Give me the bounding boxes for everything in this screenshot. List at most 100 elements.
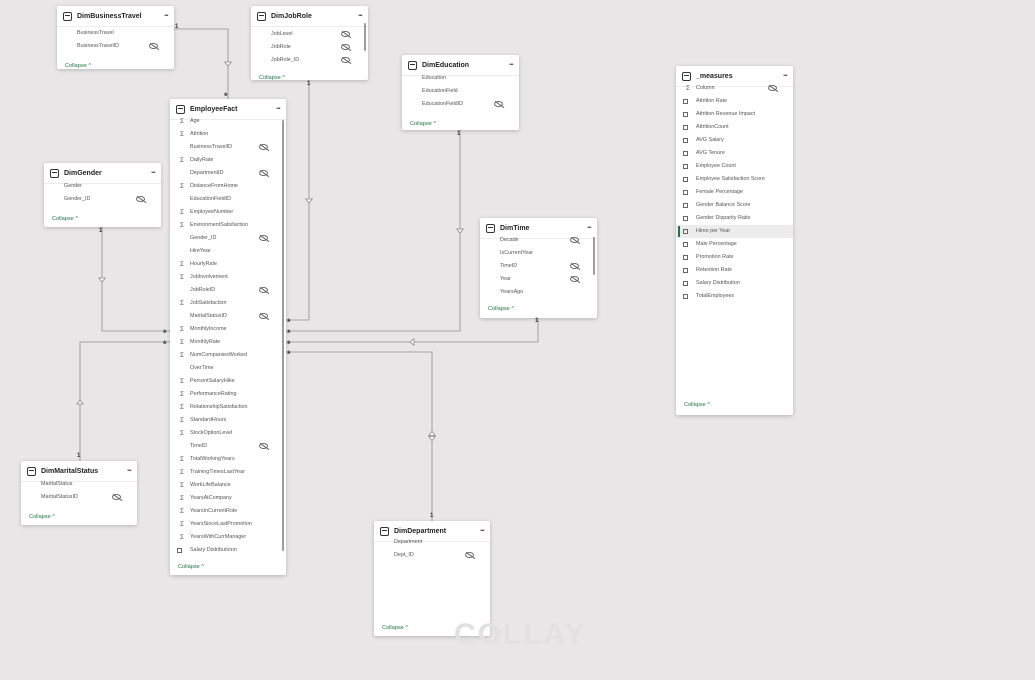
more-options-icon[interactable]: ••• xyxy=(480,528,484,534)
relationship-line-gender[interactable] xyxy=(101,227,170,332)
field-item-jobsatisfaction[interactable]: Σ JobSatisfaction xyxy=(170,297,286,310)
field-item-dailyrate[interactable]: Σ DailyRate xyxy=(170,154,286,167)
collapse-button[interactable]: Collapse ^ xyxy=(29,514,55,520)
table-card-employeefact[interactable]: EmployeeFact ••• Σ Age Σ Attrition BusinessTra… xyxy=(170,99,286,575)
field-item-maritalstatusid[interactable]: MaritalStatusID xyxy=(21,491,137,504)
table-card-dimtime[interactable]: DimTime ••• Decade IsCurrentYear TimeID Year Y… xyxy=(480,218,597,318)
field-item-female-percentage[interactable]: Female Percentage xyxy=(676,186,793,199)
field-item-businesstravel[interactable]: BusinessTravel xyxy=(57,27,174,40)
field-item-yearssincelastpromotion[interactable]: Σ YearsSinceLastPromotion xyxy=(170,518,286,531)
field-item-maritalstatusid[interactable]: MaritalStatusID xyxy=(170,310,286,323)
collapse-button[interactable]: Collapse ^ xyxy=(65,63,91,69)
model-canvas[interactable]: DimBusinessTravel ••• BusinessTravel Busine… xyxy=(0,0,1035,680)
more-options-icon[interactable]: ••• xyxy=(127,468,131,474)
field-item-timeid[interactable]: TimeID xyxy=(170,440,286,453)
field-item-overtime[interactable]: OverTime xyxy=(170,362,286,375)
field-item-departmentid[interactable]: DepartmentID xyxy=(170,167,286,180)
table-header[interactable]: DimJobRole ••• xyxy=(251,6,368,27)
field-item-iscurrentyear[interactable]: IsCurrentYear xyxy=(480,247,597,260)
field-item-gender-balance-score[interactable]: Gender Balance Score xyxy=(676,199,793,212)
field-item-yearsatcompany[interactable]: Σ YearsAtCompany xyxy=(170,492,286,505)
field-item-yearsincurrentrole[interactable]: Σ YearsInCurrentRole xyxy=(170,505,286,518)
field-item-totalemployees[interactable]: TotalEmployees xyxy=(676,290,793,303)
more-options-icon[interactable]: ••• xyxy=(151,170,155,176)
more-options-icon[interactable]: ••• xyxy=(509,62,513,68)
field-item-timeid[interactable]: TimeID xyxy=(480,260,597,273)
field-item-salary-distributionn[interactable]: Salary Distributionn xyxy=(170,544,286,557)
field-item-dept-id[interactable]: Dept_ID xyxy=(374,549,490,562)
collapse-button[interactable]: Collapse ^ xyxy=(382,625,408,631)
field-item-hourlyrate[interactable]: Σ HourlyRate xyxy=(170,258,286,271)
collapse-button[interactable]: Collapse ^ xyxy=(488,306,514,312)
field-item-gender-id[interactable]: Gender_ID xyxy=(170,232,286,245)
field-item-yearsago[interactable]: YearsAgo xyxy=(480,286,597,299)
more-options-icon[interactable]: ••• xyxy=(783,73,787,79)
field-item-jobrole[interactable]: JobRole xyxy=(251,41,368,54)
table-card-dimbusinesstravel[interactable]: DimBusinessTravel ••• BusinessTravel Busine… xyxy=(57,6,174,69)
field-item-promotion-rate[interactable]: Promotion Rate xyxy=(676,251,793,264)
field-item-retention-rate[interactable]: Retention Rate xyxy=(676,264,793,277)
field-item-numcompaniesworked[interactable]: Σ NumCompaniesWorked xyxy=(170,349,286,362)
field-item-totalworkingyears[interactable]: Σ TotalWorkingYears xyxy=(170,453,286,466)
collapse-button[interactable]: Collapse ^ xyxy=(259,75,285,81)
field-item-environmentsatisfaction[interactable]: Σ EnvironmentSatisfaction xyxy=(170,219,286,232)
field-item-employee-satisfaction-score[interactable]: Employee Satisfaction Score xyxy=(676,173,793,186)
field-item-avg-salary[interactable]: AVG Salary xyxy=(676,134,793,147)
table-card-dimjobrole[interactable]: DimJobRole ••• JobLevel JobRole JobRole_ID Co… xyxy=(251,6,368,81)
field-item-hireyear[interactable]: HireYear xyxy=(170,245,286,258)
field-item-age[interactable]: Σ Age xyxy=(170,115,286,128)
field-item-year[interactable]: Year xyxy=(480,273,597,286)
field-item-monthlyincome[interactable]: Σ MonthlyIncome xyxy=(170,323,286,336)
table-card-dimgender[interactable]: DimGender ••• Gender Gender_ID Collapse ^ xyxy=(44,163,161,227)
field-item-stockoptionlevel[interactable]: Σ StockOptionLevel xyxy=(170,427,286,440)
field-item-education[interactable]: Education xyxy=(402,72,519,85)
field-item-joblevel[interactable]: JobLevel xyxy=(251,28,368,41)
more-options-icon[interactable]: ••• xyxy=(358,13,362,19)
relationship-line-businesstravel[interactable] xyxy=(174,28,229,99)
field-item-avg-tenure[interactable]: AVG Tenure xyxy=(676,147,793,160)
field-item-performancerating[interactable]: Σ PerformanceRating xyxy=(170,388,286,401)
field-item-male-percentage[interactable]: Male Percentage xyxy=(676,238,793,251)
field-item-monthlyrate[interactable]: Σ MonthlyRate xyxy=(170,336,286,349)
field-item-businesstravelid[interactable]: BusinessTravelID xyxy=(57,40,174,53)
field-item-maritalstatus[interactable]: MaritalStatus xyxy=(21,478,137,491)
field-item-gender-id[interactable]: Gender_ID xyxy=(44,193,161,206)
collapse-button[interactable]: Collapse ^ xyxy=(410,121,436,127)
field-item-businesstravelid[interactable]: BusinessTravelID xyxy=(170,141,286,154)
relationship-line-jobrole[interactable] xyxy=(286,80,310,321)
collapse-button[interactable]: Collapse ^ xyxy=(684,402,710,408)
more-options-icon[interactable]: ••• xyxy=(587,225,591,231)
field-item-jobinvolvement[interactable]: Σ JobInvolvement xyxy=(170,271,286,284)
field-item-decade[interactable]: Decade xyxy=(480,234,597,247)
field-item-relationshipsatisfaction[interactable]: Σ RelationshipSatisfaction xyxy=(170,401,286,414)
relationship-line-education[interactable] xyxy=(286,130,461,332)
table-card-dimmaritalstatus[interactable]: DimMaritalStatus ••• MaritalStatus MaritalS… xyxy=(21,461,137,525)
field-item-jobroleid[interactable]: JobRoleID xyxy=(170,284,286,297)
field-item-trainingtimeslastyear[interactable]: Σ TrainingTimesLastYear xyxy=(170,466,286,479)
relationship-line-maritalstatus[interactable] xyxy=(79,341,170,461)
field-item-gender[interactable]: Gender xyxy=(44,180,161,193)
field-item-attritioncount[interactable]: AttritionCount xyxy=(676,121,793,134)
table-header[interactable]: DimBusinessTravel ••• xyxy=(57,6,174,27)
field-item-gender-disparity-ratio[interactable]: Gender Disparity Ratio xyxy=(676,212,793,225)
field-item-column[interactable]: Σ Column xyxy=(676,82,793,95)
scrollbar[interactable] xyxy=(281,120,284,551)
field-item-employee-count[interactable]: Employee Count xyxy=(676,160,793,173)
field-item-yearswithcurrmanager[interactable]: Σ YearsWithCurrManager xyxy=(170,531,286,544)
field-item-jobrole-id[interactable]: JobRole_ID xyxy=(251,54,368,67)
relationship-line-time[interactable] xyxy=(286,318,539,343)
more-options-icon[interactable]: ••• xyxy=(276,106,280,112)
relationship-line-department[interactable] xyxy=(286,351,433,521)
collapse-button[interactable]: Collapse ^ xyxy=(52,216,78,222)
table-card-dimeducation[interactable]: DimEducation ••• Education EducationField Ed… xyxy=(402,55,519,130)
more-options-icon[interactable]: ••• xyxy=(164,13,168,19)
field-item-hires-per-year[interactable]: Hires per Year xyxy=(676,225,793,238)
field-item-percentsalaryhike[interactable]: Σ PercentSalaryHike xyxy=(170,375,286,388)
field-item-distancefromhome[interactable]: Σ DistanceFromHome xyxy=(170,180,286,193)
field-item-employeenumber[interactable]: Σ EmployeeNumber xyxy=(170,206,286,219)
collapse-button[interactable]: Collapse ^ xyxy=(178,564,204,570)
field-item-attrition-rate[interactable]: Attrition Rate xyxy=(676,95,793,108)
field-item-department[interactable]: Department xyxy=(374,536,490,549)
scrollbar[interactable] xyxy=(363,23,366,51)
field-item-educationfieldid[interactable]: EducationFieldID xyxy=(402,98,519,111)
